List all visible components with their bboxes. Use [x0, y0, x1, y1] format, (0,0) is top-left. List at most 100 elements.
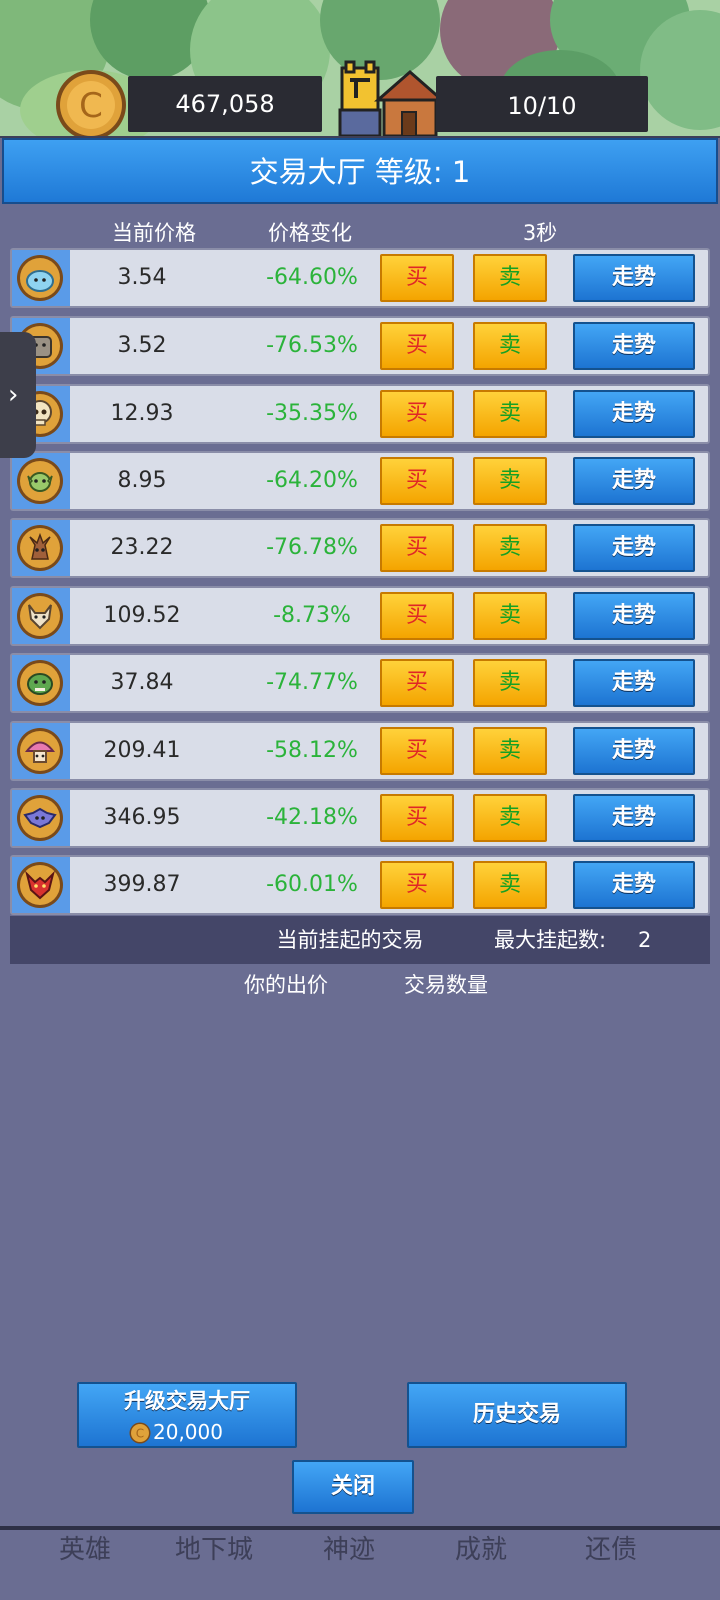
price-change: -60.01%	[266, 872, 358, 897]
sell-button[interactable]: 卖	[473, 390, 547, 438]
current-price: 3.54	[117, 265, 167, 290]
table-row: 8.95 -64.20% 买 卖 走势	[10, 451, 710, 511]
row-icon-bg	[12, 857, 70, 913]
sell-button[interactable]: 卖	[473, 861, 547, 909]
current-price: 209.41	[103, 738, 181, 763]
trade-history-button[interactable]: 历史交易	[407, 1382, 627, 1448]
buy-button[interactable]: 买	[380, 524, 454, 572]
row-icon-bg	[12, 588, 70, 644]
panel-title: 交易大厅 等级: 1	[249, 155, 471, 189]
current-price: 3.52	[117, 333, 167, 358]
nav-tab-dungeon[interactable]: 地下城	[162, 1528, 266, 1572]
sell-button[interactable]: 卖	[473, 524, 547, 572]
nav-tab-heroes[interactable]: 英雄	[40, 1528, 130, 1572]
dragon-icon	[17, 862, 63, 908]
buy-button[interactable]: 买	[380, 794, 454, 842]
tree-monster-icon	[17, 525, 63, 571]
buy-button[interactable]: 买	[380, 861, 454, 909]
price-change: -64.20%	[266, 468, 358, 493]
sell-button[interactable]: 卖	[473, 794, 547, 842]
buy-button[interactable]: 买	[380, 659, 454, 707]
mushroom-icon	[17, 728, 63, 774]
max-pending-label: 最大挂起数:	[494, 928, 607, 952]
table-row: 109.52 -8.73% 买 卖 走势	[10, 586, 710, 646]
buy-button[interactable]: 买	[380, 727, 454, 775]
close-button[interactable]: 关闭	[292, 1460, 414, 1514]
table-row: 3.52 -76.53% 买 卖 走势	[10, 316, 710, 376]
current-price: 399.87	[103, 872, 181, 897]
trend-button[interactable]: 走势	[573, 322, 695, 370]
current-price: 109.52	[103, 603, 181, 628]
gold-coin-icon: C	[54, 68, 128, 142]
current-price: 346.95	[103, 805, 181, 830]
trend-button[interactable]: 走势	[573, 659, 695, 707]
coin-amount: 467,058	[175, 90, 275, 118]
current-price: 37.84	[110, 670, 174, 695]
trend-button[interactable]: 走势	[573, 861, 695, 909]
sell-button[interactable]: 卖	[473, 457, 547, 505]
table-row: 37.84 -74.77% 买 卖 走势	[10, 653, 710, 713]
trend-button[interactable]: 走势	[573, 592, 695, 640]
table-row: 12.93 -35.35% 买 卖 走势	[10, 384, 710, 444]
buy-button[interactable]: 买	[380, 322, 454, 370]
column-header-change: 价格变化	[268, 221, 352, 245]
buy-button[interactable]: 买	[380, 390, 454, 438]
sell-button[interactable]: 卖	[473, 254, 547, 302]
price-change: -76.53%	[266, 333, 358, 358]
gold-coin-icon: C	[129, 1422, 151, 1444]
price-change: -64.60%	[266, 265, 358, 290]
row-icon-bg	[12, 655, 70, 711]
current-price: 8.95	[117, 468, 167, 493]
nav-tab-achievements[interactable]: 成就	[436, 1528, 526, 1572]
buy-button[interactable]: 买	[380, 592, 454, 640]
nav-tab-repay-debt[interactable]: 还债	[566, 1528, 656, 1572]
table-row: 209.41 -58.12% 买 卖 走势	[10, 721, 710, 781]
table-row: 3.54 -64.60% 买 卖 走势	[10, 248, 710, 308]
current-price: 12.93	[110, 401, 174, 426]
current-price: 23.22	[110, 535, 174, 560]
price-change: -35.35%	[266, 401, 358, 426]
table-row: 23.22 -76.78% 买 卖 走势	[10, 518, 710, 578]
price-change: -8.73%	[273, 603, 351, 628]
table-row: 346.95 -42.18% 买 卖 走势	[10, 788, 710, 848]
bat-monster-icon	[17, 795, 63, 841]
price-change: -76.78%	[266, 535, 358, 560]
wolf-icon	[17, 593, 63, 639]
castle-house-icon	[330, 60, 450, 138]
buy-button[interactable]: 买	[380, 254, 454, 302]
nav-tab-miracles[interactable]: 神迹	[304, 1528, 394, 1572]
table-row: 399.87 -60.01% 买 卖 走势	[10, 855, 710, 915]
trade-quantity-header: 交易数量	[404, 973, 488, 997]
row-icon-bg	[12, 453, 70, 509]
trend-button[interactable]: 走势	[573, 390, 695, 438]
goblin-icon	[17, 458, 63, 504]
sell-button[interactable]: 卖	[473, 592, 547, 640]
sell-button[interactable]: 卖	[473, 659, 547, 707]
upgrade-button-label: 升级交易大厅	[124, 1389, 250, 1413]
sell-button[interactable]: 卖	[473, 322, 547, 370]
price-change: -58.12%	[266, 738, 358, 763]
trend-button[interactable]: 走势	[573, 524, 695, 572]
row-icon-bg	[12, 250, 70, 306]
svg-text:C: C	[79, 86, 103, 126]
trend-button[interactable]: 走势	[573, 457, 695, 505]
upgrade-cost: 20,000	[153, 1420, 223, 1444]
buy-button[interactable]: 买	[380, 457, 454, 505]
sell-button[interactable]: 卖	[473, 727, 547, 775]
capacity-counter: 10/10	[507, 92, 577, 120]
row-icon-bg	[12, 790, 70, 846]
refresh-timer: 3秒	[522, 221, 558, 245]
trend-button[interactable]: 走势	[573, 254, 695, 302]
upgrade-trading-hall-button[interactable]: 升级交易大厅 C 20,000	[77, 1382, 297, 1448]
chevron-right-icon: ›	[8, 380, 19, 410]
row-icon-bg	[12, 723, 70, 779]
trend-button[interactable]: 走势	[573, 727, 695, 775]
orc-icon	[17, 660, 63, 706]
column-header-price: 当前价格	[112, 221, 196, 245]
blue-slime-icon	[17, 255, 63, 301]
max-pending-value: 2	[638, 928, 652, 952]
trend-button[interactable]: 走势	[573, 794, 695, 842]
pending-trades-title: 当前挂起的交易	[276, 928, 424, 952]
row-icon-bg	[12, 520, 70, 576]
your-bid-header: 你的出价	[244, 973, 328, 997]
